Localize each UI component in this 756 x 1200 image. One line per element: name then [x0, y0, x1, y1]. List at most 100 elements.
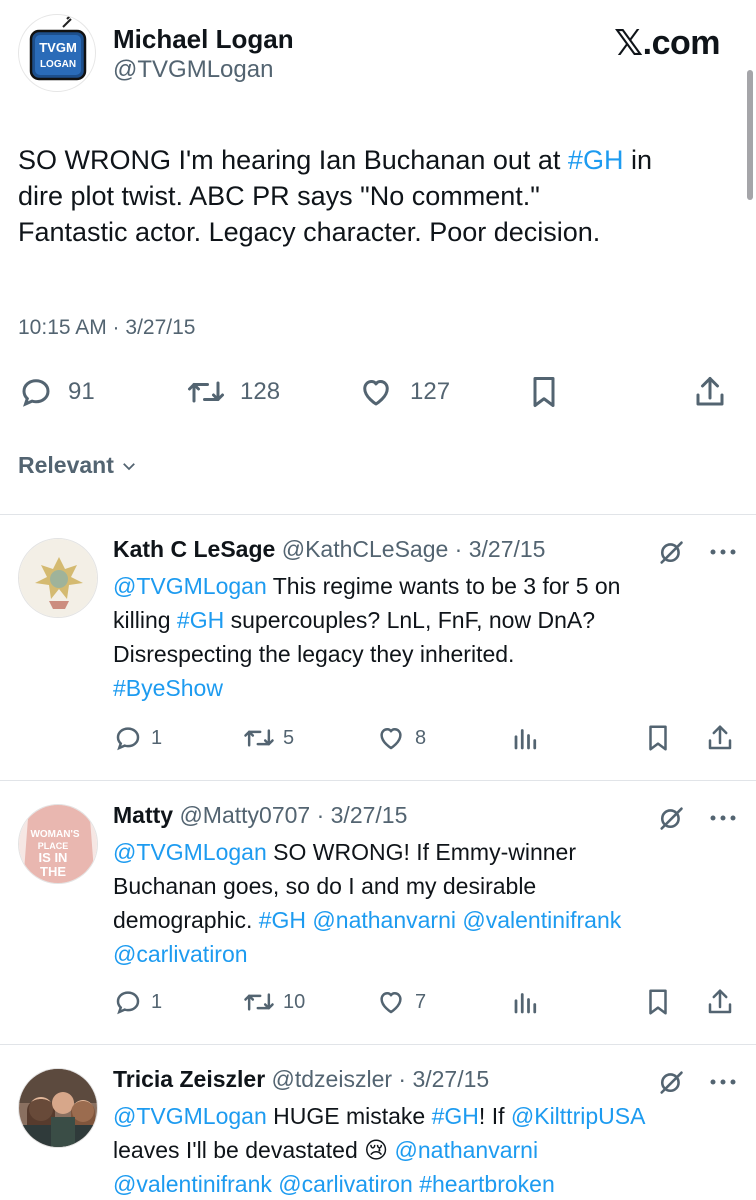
share-icon [708, 725, 732, 750]
repost-button[interactable]: 5 [243, 720, 294, 756]
author-avatar[interactable]: TVGM LOGAN [18, 14, 96, 92]
site-suffix: .com [642, 23, 721, 62]
reply-count: 91 [68, 378, 95, 405]
reply-count: 1 [151, 726, 163, 749]
like-icon [380, 728, 402, 750]
grok-button[interactable] [657, 538, 685, 571]
share-icon [696, 377, 724, 406]
bookmark-icon [649, 725, 667, 751]
tweet-header: TVGM LOGAN Michael Logan @TVGMLogan 𝕏 .co… [0, 0, 756, 110]
hashtag-link[interactable]: #GH [177, 607, 224, 633]
reply-meta: @Matty0707 · 3/27/15 [173, 802, 408, 828]
reply-avatar[interactable] [18, 1068, 98, 1148]
reply-button[interactable]: 91 [18, 372, 95, 412]
like-button[interactable]: 8 [375, 720, 426, 756]
reply-item[interactable]: WOMAN'S PLACE IS IN THE Matty @Matty0707… [0, 780, 756, 1044]
reply-author-name[interactable]: Kath C LeSage [113, 536, 275, 562]
reply-item[interactable]: Kath C LeSage @KathCLeSage · 3/27/15 @TV… [0, 514, 756, 780]
svg-text:LOGAN: LOGAN [40, 59, 76, 70]
bookmark-button[interactable] [643, 984, 673, 1020]
reply-avatar[interactable]: WOMAN'S PLACE IS IN THE [18, 804, 98, 884]
hashtag-link[interactable]: #ByeShow [113, 675, 223, 701]
tweet-line: SO WRONG I'm hearing Ian Buchanan out at… [18, 145, 652, 175]
like-count: 8 [415, 726, 427, 749]
reply-text: @TVGMLogan This regime wants to be 3 for… [113, 573, 621, 701]
tweet-line: Fantastic actor. Legacy character. Poor … [18, 217, 601, 247]
mention-link[interactable]: @carlivatiron [113, 941, 248, 967]
reply-header: Tricia Zeiszler @tdzeiszler · 3/27/15 [113, 1066, 489, 1093]
reply-author-name[interactable]: Tricia Zeiszler [113, 1066, 265, 1092]
repost-icon [244, 993, 274, 1011]
reply-button[interactable]: 1 [113, 984, 162, 1020]
repost-icon [188, 381, 224, 403]
svg-text:IS IN: IS IN [39, 850, 68, 865]
reply-actions: 1 5 8 [113, 720, 743, 756]
mention-link[interactable]: @TVGMLogan [113, 573, 267, 599]
reply-sort-dropdown[interactable]: Relevant [18, 452, 138, 479]
mention-link[interactable]: @TVGMLogan [113, 1103, 267, 1129]
mention-link[interactable]: @KilttripUSA [511, 1103, 646, 1129]
grok-button[interactable] [657, 804, 685, 837]
mention-link[interactable]: @nathanvarni [395, 1137, 539, 1163]
repost-count: 10 [283, 990, 306, 1013]
reply-item[interactable]: Tricia Zeiszler @tdzeiszler · 3/27/15 @T… [0, 1044, 756, 1200]
grok-button[interactable] [657, 1068, 685, 1101]
repost-count: 128 [240, 378, 281, 405]
svg-text:TVGM: TVGM [39, 40, 77, 55]
tweet-text: SO WRONG I'm hearing Ian Buchanan out at… [18, 142, 734, 250]
share-button[interactable] [705, 984, 735, 1020]
like-button[interactable]: 127 [356, 372, 450, 412]
author-name[interactable]: Michael Logan [113, 24, 294, 55]
mention-link[interactable]: @valentinifrank @carlivatiron #heartbrok… [113, 1171, 555, 1197]
reply-header: Matty @Matty0707 · 3/27/15 [113, 802, 407, 829]
bookmark-icon [649, 989, 667, 1015]
tweet-actions: 91 128 127 [18, 372, 736, 412]
mention-link[interactable]: @TVGMLogan [113, 839, 267, 865]
share-button[interactable] [692, 372, 728, 412]
views-button[interactable] [511, 720, 541, 756]
reply-author-name[interactable]: Matty [113, 802, 173, 828]
share-button[interactable] [705, 720, 735, 756]
svg-text:WOMAN'S: WOMAN'S [30, 829, 79, 840]
svg-text:THE: THE [40, 864, 66, 879]
mention-link[interactable]: #GH @nathanvarni @valentinifrank [259, 907, 622, 933]
reply-icon [116, 727, 140, 751]
bookmark-icon [533, 377, 555, 407]
reply-button[interactable]: 1 [113, 720, 162, 756]
like-count: 127 [410, 378, 451, 405]
reply-meta: @tdzeiszler · 3/27/15 [265, 1066, 490, 1092]
tweet-timestamp[interactable]: 10:15 AM · 3/27/15 [18, 316, 195, 340]
more-button[interactable] [708, 804, 738, 837]
more-button[interactable] [708, 1068, 738, 1101]
more-icon [710, 549, 736, 555]
hashtag-link[interactable]: #GH [432, 1103, 479, 1129]
reply-avatar[interactable] [18, 538, 98, 618]
reply-header: Kath C LeSage @KathCLeSage · 3/27/15 [113, 536, 545, 563]
views-icon [514, 993, 537, 1014]
tweet-line: dire plot twist. ABC PR says "No comment… [18, 181, 540, 211]
site-logo: 𝕏 .com [614, 22, 720, 64]
repost-button[interactable]: 128 [186, 372, 280, 412]
share-icon [708, 989, 732, 1014]
views-button[interactable] [511, 984, 541, 1020]
like-icon [363, 380, 389, 406]
like-button[interactable]: 7 [375, 984, 426, 1020]
bookmark-button[interactable] [526, 372, 562, 412]
reply-icon [116, 991, 140, 1015]
reply-text: @TVGMLogan SO WRONG! If Emmy-winner Buch… [113, 839, 622, 967]
bookmark-button[interactable] [643, 720, 673, 756]
reply-meta: @KathCLeSage · 3/27/15 [275, 536, 546, 562]
hashtag-link[interactable]: #GH [568, 145, 624, 175]
views-icon [514, 729, 537, 750]
like-icon [380, 992, 402, 1014]
more-button[interactable] [708, 538, 738, 571]
reply-text: @TVGMLogan HUGE mistake #GH! If @Kilttri… [113, 1103, 646, 1197]
reply-actions: 1 10 7 [113, 984, 743, 1020]
repost-button[interactable]: 10 [243, 984, 305, 1020]
chevron-down-icon [122, 462, 135, 470]
grok-icon [660, 807, 683, 830]
author-handle[interactable]: @TVGMLogan [113, 56, 273, 84]
reply-icon [22, 379, 50, 407]
x-logo-icon: 𝕏 [614, 22, 643, 63]
reply-sort-label: Relevant [18, 452, 114, 478]
